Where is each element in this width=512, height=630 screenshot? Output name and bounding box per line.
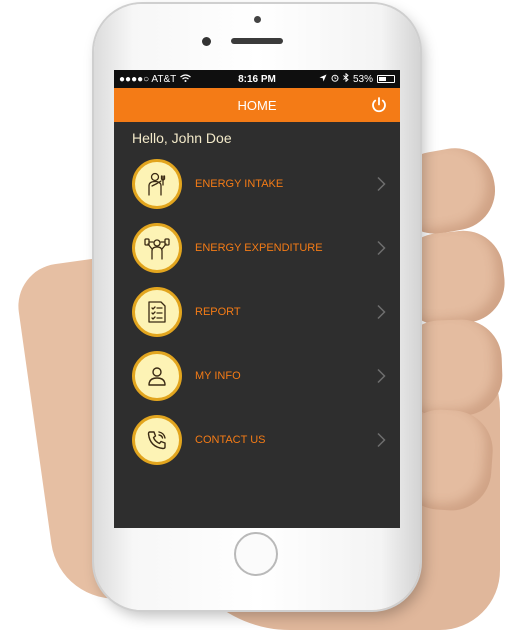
weightlifter-icon — [132, 223, 182, 273]
app-screen: ●●●●○ AT&T 8:16 PM 53% HOME Hello, John … — [114, 70, 400, 528]
chevron-right-icon — [377, 304, 386, 320]
camera-dot — [254, 16, 261, 23]
greeting-text: Hello, John Doe — [132, 130, 232, 146]
menu-item-label: MY INFO — [195, 370, 241, 382]
menu-item-energy-intake[interactable]: ENERGY INTAKE — [114, 152, 400, 216]
page-title: HOME — [237, 97, 277, 113]
phone-frame: ●●●●○ AT&T 8:16 PM 53% HOME Hello, John … — [94, 4, 420, 610]
person-eating-icon — [132, 159, 182, 209]
earpiece-speaker — [231, 38, 283, 44]
top-navbar: HOME — [114, 88, 400, 122]
menu-item-label: ENERGY INTAKE — [195, 178, 284, 190]
chevron-right-icon — [377, 176, 386, 192]
alarm-icon — [331, 74, 339, 85]
main-menu: ENERGY INTAKE ENERGY EXPENDITURE REPORT … — [114, 152, 400, 472]
location-arrow-icon — [319, 74, 327, 85]
battery-icon — [377, 75, 395, 83]
bluetooth-icon — [343, 72, 349, 85]
menu-item-energy-expenditure[interactable]: ENERGY EXPENDITURE — [114, 216, 400, 280]
front-camera — [202, 37, 211, 46]
menu-item-my-info[interactable]: MY INFO — [114, 344, 400, 408]
menu-item-contact-us[interactable]: CONTACT US — [114, 408, 400, 472]
home-button[interactable] — [234, 532, 278, 576]
menu-item-report[interactable]: REPORT — [114, 280, 400, 344]
status-bar: ●●●●○ AT&T 8:16 PM 53% — [114, 70, 400, 88]
report-icon — [132, 287, 182, 337]
battery-percent: 53% — [352, 73, 373, 85]
menu-item-label: CONTACT US — [195, 434, 266, 446]
menu-item-label: ENERGY EXPENDITURE — [195, 242, 323, 254]
phone-icon — [132, 415, 182, 465]
power-icon[interactable] — [370, 96, 388, 114]
chevron-right-icon — [377, 240, 386, 256]
chevron-right-icon — [377, 368, 386, 384]
chevron-right-icon — [377, 432, 386, 448]
menu-item-label: REPORT — [195, 306, 241, 318]
user-icon — [132, 351, 182, 401]
